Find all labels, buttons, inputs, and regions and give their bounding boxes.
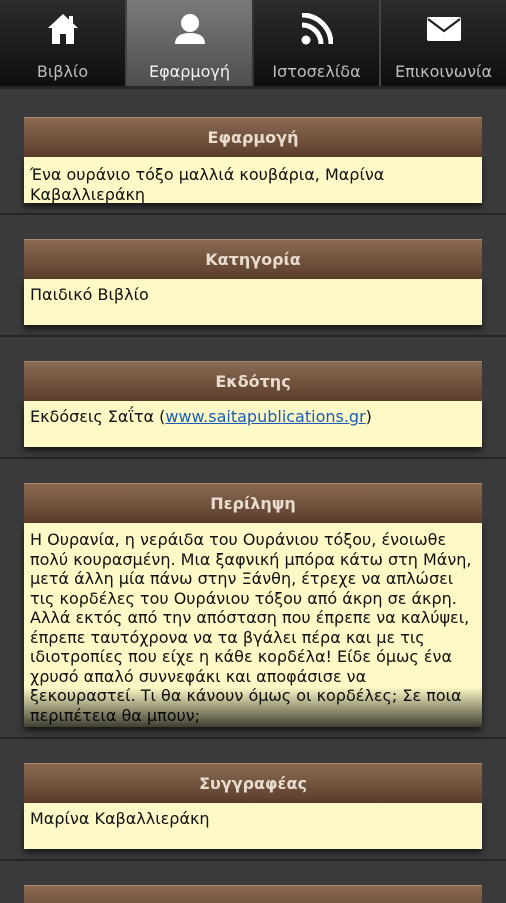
section-publisher: Εκδότης Εκδόσεις Σαΐτα (www.saitapublica… [0, 335, 506, 459]
category-value: Παιδικό Βιβλίο [30, 285, 149, 304]
section-summary-body[interactable]: Η Ουρανία, η νεράιδα του Ουράνιου τόξου,… [24, 523, 482, 727]
author-value: Μαρίνα Καβαλλιεράκη [30, 809, 210, 828]
section-summary: Περίληψη Η Ουρανία, η νεράιδα του Ουράνι… [0, 457, 506, 739]
section-next [0, 859, 506, 903]
tab-website-label: Ιστοσελίδα [272, 62, 361, 81]
tab-app[interactable]: Εφαρμογή [127, 0, 254, 86]
publisher-prefix: Εκδόσεις Σαΐτα ( [30, 407, 166, 426]
tab-contact-label: Επικοινωνία [394, 62, 493, 81]
section-author-header: Συγγραφέας [24, 763, 482, 803]
content-area[interactable]: Εφαρμογή Ένα ουράνιο τόξο μαλλιά κουβάρι… [0, 86, 506, 903]
publisher-link[interactable]: www.saitapublications.gr [165, 407, 365, 426]
section-author-body: Μαρίνα Καβαλλιεράκη [24, 803, 482, 849]
section-app-header: Εφαρμογή [24, 117, 482, 157]
home-icon [43, 10, 83, 48]
summary-fade [24, 687, 482, 727]
tab-contact[interactable]: Επικοινωνία [381, 0, 506, 86]
tab-app-label: Εφαρμογή [149, 62, 230, 81]
section-category-header: Κατηγορία [24, 239, 482, 279]
section-author: Συγγραφέας Μαρίνα Καβαλλιεράκη [0, 737, 506, 861]
section-app-body: Ένα ουράνιο τόξο μαλλιά κουβάρια, Μαρίνα… [24, 157, 482, 204]
section-publisher-header: Εκδότης [24, 361, 482, 401]
section-summary-header: Περίληψη [24, 483, 482, 523]
user-icon [170, 10, 210, 48]
rss-icon [297, 10, 337, 48]
publisher-suffix: ) [365, 407, 372, 426]
section-category: Κατηγορία Παιδικό Βιβλίο [0, 213, 506, 337]
section-app: Εφαρμογή Ένα ουράνιο τόξο μαλλιά κουβάρι… [0, 89, 506, 215]
section-category-body: Παιδικό Βιβλίο [24, 279, 482, 325]
tab-book-label: Βιβλίο [36, 62, 89, 81]
section-next-header [24, 885, 482, 903]
app-title-value: Ένα ουράνιο τόξο μαλλιά κουβάρια, Μαρίνα… [30, 165, 385, 204]
mail-icon [424, 10, 464, 48]
tab-bar: Βιβλίο Εφαρμογή Ιστοσελίδα Επικοινωνία [0, 0, 506, 86]
tab-website[interactable]: Ιστοσελίδα [254, 0, 381, 86]
section-publisher-body: Εκδόσεις Σαΐτα (www.saitapublications.gr… [24, 401, 482, 447]
tab-book[interactable]: Βιβλίο [0, 0, 127, 86]
